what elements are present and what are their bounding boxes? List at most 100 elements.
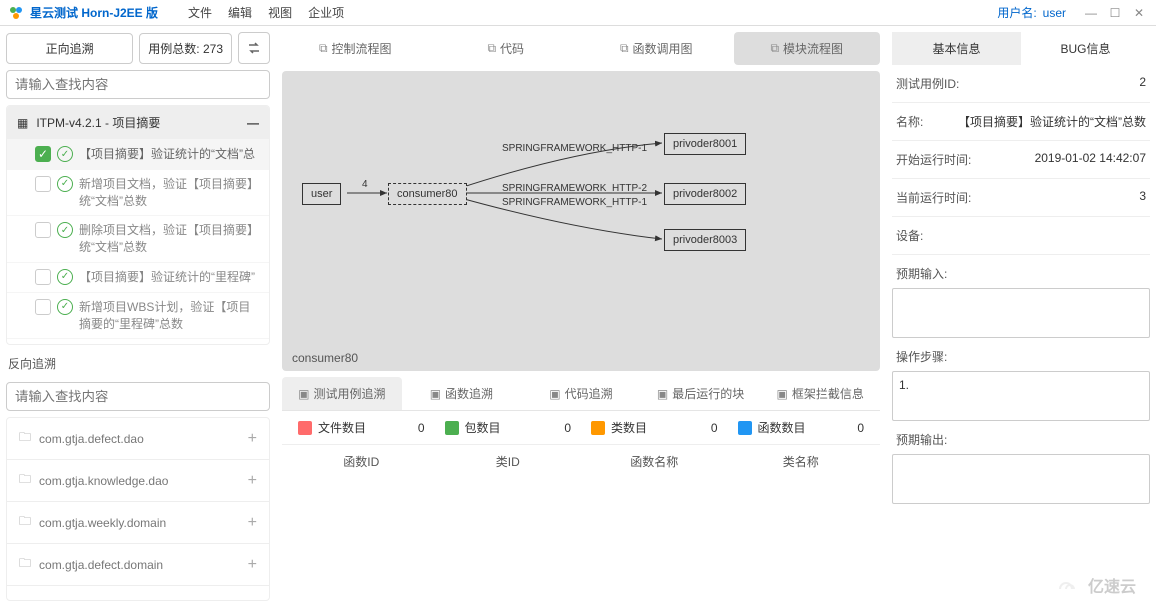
info-label: 开始运行时间: (896, 151, 1035, 168)
tree-item-label: 新增项目文档，验证【项目摘要】统“文档”总数 (79, 176, 261, 210)
center-tab[interactable]: ⧉代码 (433, 32, 580, 65)
table-column-header[interactable]: 类名称 (728, 453, 875, 470)
case-count-value: 273 (203, 42, 223, 56)
node-consumer[interactable]: consumer80 (388, 183, 467, 205)
tree-item[interactable]: ✓ 删除项目文档，验证【项目摘要】统“文档”总数 (7, 215, 269, 262)
stat-label: 类数目 (611, 419, 647, 436)
maximize-icon[interactable]: ☐ (1106, 4, 1124, 22)
edge-arrow-label: 4 (362, 179, 368, 190)
tab-icon: ▣ (776, 387, 787, 401)
forward-trace-button[interactable]: 正向追溯 (6, 33, 133, 64)
collapse-icon[interactable]: — (247, 116, 259, 130)
case-icon: ✓ (57, 176, 73, 192)
tree-item[interactable]: ✓ 【项目摘要】验证统计的“上线申请 (7, 338, 269, 345)
tab-icon: ▣ (430, 387, 441, 401)
stat-label: 函数数目 (758, 419, 806, 436)
case-icon: ✓ (57, 146, 73, 162)
expand-icon[interactable]: + (248, 430, 257, 448)
tab-label: 测试用例追溯 (313, 385, 385, 402)
package-item[interactable]: 🗀com.gtja.knowledge.dao+ (7, 460, 269, 502)
reverse-search-input[interactable] (6, 382, 270, 411)
tree-item-label: 【项目摘要】验证统计的“文档”总 (79, 146, 261, 163)
close-icon[interactable]: ✕ (1130, 4, 1148, 22)
expected-output-box[interactable] (892, 454, 1150, 504)
menu-view[interactable]: 视图 (268, 4, 292, 21)
expand-icon[interactable]: + (248, 472, 257, 490)
tab-label: 函数追溯 (445, 385, 493, 402)
tab-label: 框架拦截信息 (792, 385, 864, 402)
tree-item[interactable]: ✓ 新增项目文档，验证【项目摘要】统“文档”总数 (7, 169, 269, 216)
table-column-header[interactable]: 类ID (435, 453, 582, 470)
node-provider-3[interactable]: privoder8003 (664, 229, 746, 251)
node-user[interactable]: user (302, 183, 341, 205)
info-value: 2019-01-02 14:42:07 (1035, 151, 1146, 168)
diagram-canvas[interactable]: user 4 consumer80 privoder8001 privoder8… (282, 71, 880, 371)
canvas-selection-label: consumer80 (292, 351, 358, 365)
lower-tab[interactable]: ▣代码追溯 (521, 377, 641, 410)
table-column-header[interactable]: 函数名称 (581, 453, 728, 470)
info-row: 名称:【项目摘要】验证统计的“文档”总数 (892, 103, 1150, 141)
checkbox-icon[interactable] (35, 222, 51, 238)
diagram-edges (292, 81, 870, 361)
info-value: 【项目摘要】验证统计的“文档”总数 (958, 113, 1146, 130)
lower-tab[interactable]: ▣最后运行的块 (641, 377, 761, 410)
swap-button[interactable] (238, 32, 270, 64)
stat-value: 0 (711, 421, 718, 435)
center-tab[interactable]: ⧉控制流程图 (282, 32, 429, 65)
tree-item[interactable]: ✓ 【项目摘要】验证统计的“里程碑” (7, 262, 269, 292)
package-name: com.gtja.defect.domain (39, 558, 163, 572)
tree-item[interactable]: ✓ ✓ 【项目摘要】验证统计的“文档”总 (7, 139, 269, 169)
package-name: com.gtja.weekly.domain (39, 516, 166, 530)
info-label: 当前运行时间: (896, 189, 1139, 206)
menu-file[interactable]: 文件 (188, 4, 212, 21)
checkbox-icon[interactable] (35, 299, 51, 315)
expected-input-box[interactable] (892, 288, 1150, 338)
menu-enterprise[interactable]: 企业项 (308, 4, 344, 21)
stat-item: 类数目 0 (581, 419, 728, 436)
project-icon: ▦ (17, 116, 28, 130)
checkbox-icon[interactable] (35, 176, 51, 192)
info-label: 测试用例ID: (896, 75, 1139, 92)
tree-item-label: 删除项目文档，验证【项目摘要】统“文档”总数 (79, 222, 261, 256)
folder-icon: 🗀 (19, 470, 31, 491)
checkbox-icon[interactable] (35, 269, 51, 285)
center-tab[interactable]: ⧉模块流程图 (734, 32, 881, 65)
edge-label-2: SPRINGFRAMEWORK_HTTP-2 (502, 183, 647, 194)
menu-edit[interactable]: 编辑 (228, 4, 252, 21)
tree-item[interactable]: ✓ 新增项目WBS计划，验证【项目摘要的“里程碑”总数 (7, 292, 269, 339)
steps-box[interactable]: 1. (892, 371, 1150, 421)
test-case-tree: ▦ ITPM-v4.2.1 - 项目摘要 — ✓ ✓ 【项目摘要】验证统计的“文… (6, 105, 270, 345)
package-item[interactable]: 🗀com.gtja.weekly.domain+ (7, 502, 269, 544)
stat-icon (298, 421, 312, 435)
tab-label: 最后运行的块 (672, 385, 744, 402)
edge-label-3: SPRINGFRAMEWORK_HTTP-1 (502, 197, 647, 208)
tab-icon: ▣ (549, 387, 560, 401)
expand-icon[interactable]: + (248, 514, 257, 532)
tab-icon: ⧉ (620, 41, 629, 56)
lower-tab[interactable]: ▣ 框架拦截信息 (760, 377, 880, 410)
stat-icon (591, 421, 605, 435)
package-item[interactable]: 🗀 com.gtja.defect.domain + (7, 544, 269, 586)
right-panel: 基本信息BUG信息 测试用例ID:2名称:【项目摘要】验证统计的“文档”总数开始… (886, 26, 1156, 607)
checkbox-icon[interactable]: ✓ (35, 146, 51, 162)
stat-icon (738, 421, 752, 435)
table-column-header[interactable]: 函数ID (288, 453, 435, 470)
right-tab[interactable]: 基本信息 (892, 32, 1021, 65)
lower-tab[interactable]: ▣ 函数追溯 (402, 377, 522, 410)
package-item[interactable]: 🗀com.gtja.defect.dao+ (7, 418, 269, 460)
case-count-label: 用例总数: (148, 42, 199, 56)
forward-search-input[interactable] (6, 70, 270, 99)
case-icon: ✓ (57, 299, 73, 315)
tab-label: 模块流程图 (783, 40, 843, 57)
right-tab[interactable]: BUG信息 (1021, 32, 1150, 65)
minimize-icon[interactable]: — (1082, 4, 1100, 22)
lower-tab[interactable]: ▣测试用例追溯 (282, 377, 402, 410)
node-provider-1[interactable]: privoder8001 (664, 133, 746, 155)
stat-value: 0 (564, 421, 571, 435)
tree-header[interactable]: ▦ ITPM-v4.2.1 - 项目摘要 — (7, 106, 269, 139)
expand-icon[interactable]: + (248, 556, 257, 574)
node-provider-2[interactable]: privoder8002 (664, 183, 746, 205)
folder-icon: 🗀 (19, 554, 31, 575)
table-header: 函数ID类ID函数名称类名称 (282, 445, 880, 478)
center-tab[interactable]: ⧉函数调用图 (583, 32, 730, 65)
